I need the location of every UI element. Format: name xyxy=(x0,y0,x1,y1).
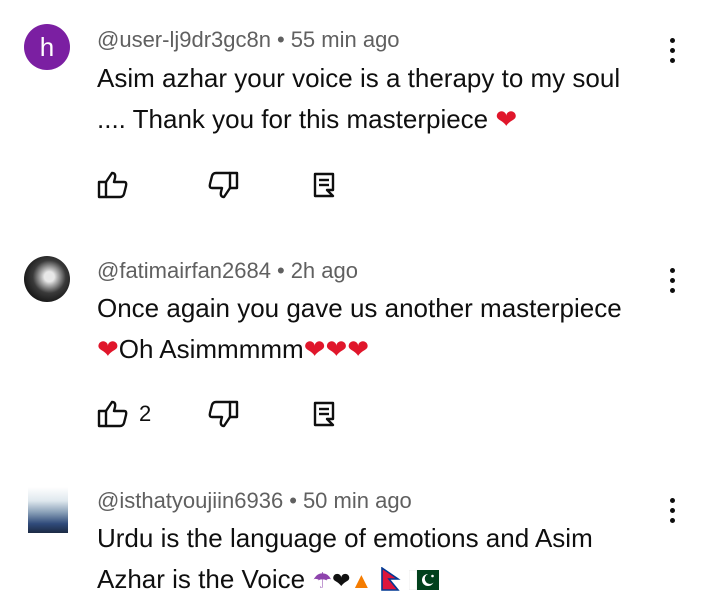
more-vertical-icon-dot xyxy=(669,507,675,513)
comment-text: Urdu is the language of emotions and Asi… xyxy=(97,518,682,601)
heart-emoji-icon: ❤ xyxy=(97,334,119,364)
separator-dot: • xyxy=(276,27,285,52)
more-vertical-icon-dot xyxy=(669,287,675,293)
avatar[interactable] xyxy=(28,487,68,533)
comment-line-text: .... Thank you for this masterpiece xyxy=(97,104,489,134)
separator-dot: • xyxy=(276,258,285,283)
author-handle[interactable]: @fatimairfan2684 xyxy=(97,258,271,283)
comment-line: Urdu is the language of emotions and Asi… xyxy=(97,523,593,553)
reply-comment-icon xyxy=(313,172,335,198)
comment-line: .... Thank you for this masterpiece ❤ xyxy=(97,99,682,140)
heart-emoji-icon: ❤ xyxy=(495,104,518,134)
comment-text: Once again you gave us another masterpie… xyxy=(97,288,682,370)
reply-button[interactable] xyxy=(313,170,335,200)
avatar[interactable] xyxy=(24,256,70,302)
dislike-button[interactable] xyxy=(207,170,239,200)
comment-actions: 2 xyxy=(97,399,357,429)
comment-line: ❤Oh Asimmmmm❤❤❤ xyxy=(97,329,682,370)
author-handle[interactable]: @isthatyoujiin6936 xyxy=(97,488,283,513)
comment-line-text: Oh Asimmmmm xyxy=(118,334,304,364)
comment-line: Once again you gave us another masterpie… xyxy=(97,293,622,323)
nepal-flag-icon xyxy=(380,566,401,591)
dislike-button[interactable] xyxy=(207,399,239,429)
like-button[interactable] xyxy=(97,170,129,200)
more-vertical-icon-dot xyxy=(669,47,675,53)
like-button[interactable]: 2 xyxy=(97,399,151,429)
thumbs-up-icon xyxy=(97,400,128,428)
heart-emoji-icon: ❤❤❤ xyxy=(303,334,370,364)
more-vertical-icon-dot xyxy=(669,517,675,523)
pakistan-flag-icon xyxy=(408,569,439,591)
comment-time[interactable]: 50 min ago xyxy=(303,488,412,513)
more-vertical-icon xyxy=(669,267,675,273)
avatar[interactable]: h xyxy=(24,24,70,70)
thumbs-up-icon xyxy=(97,171,128,199)
comment-meta: @isthatyoujiin6936 • 50 min ago xyxy=(97,488,412,514)
more-options-button[interactable] xyxy=(660,490,684,530)
comment-line-text: Azhar is the Voice xyxy=(97,564,306,594)
reply-button[interactable] xyxy=(313,399,335,429)
more-vertical-icon xyxy=(669,497,675,503)
more-options-button[interactable] xyxy=(660,30,684,70)
fire-emoji-icon: ▲ xyxy=(350,568,373,593)
comment-actions xyxy=(97,170,357,200)
comment-text: Asim azhar your voice is a therapy to my… xyxy=(97,58,682,140)
comment-time[interactable]: 2h ago xyxy=(291,258,358,283)
more-vertical-icon xyxy=(669,37,675,43)
separator-dot: • xyxy=(289,488,297,513)
umbrella-emoji-icon: ☂ xyxy=(312,568,333,593)
comment-meta: @user-lj9dr3gc8n • 55 min ago xyxy=(97,27,400,53)
avatar-letter: h xyxy=(39,31,55,62)
black-heart-emoji-icon: ❤ xyxy=(332,568,351,593)
comment-time[interactable]: 55 min ago xyxy=(291,27,400,52)
comment-line: Asim azhar your voice is a therapy to my… xyxy=(97,63,621,93)
thumbs-down-icon xyxy=(208,400,239,428)
like-count: 2 xyxy=(139,401,152,426)
more-options-button[interactable] xyxy=(660,260,684,300)
comment-meta: @fatimairfan2684 • 2h ago xyxy=(97,258,358,284)
thumbs-down-icon xyxy=(208,171,239,199)
comment-line: Azhar is the Voice ☂❤▲ xyxy=(97,559,682,601)
reply-comment-icon xyxy=(313,401,335,427)
author-handle[interactable]: @user-lj9dr3gc8n xyxy=(97,27,271,52)
more-vertical-icon-dot xyxy=(669,57,675,63)
more-vertical-icon-dot xyxy=(669,277,675,283)
